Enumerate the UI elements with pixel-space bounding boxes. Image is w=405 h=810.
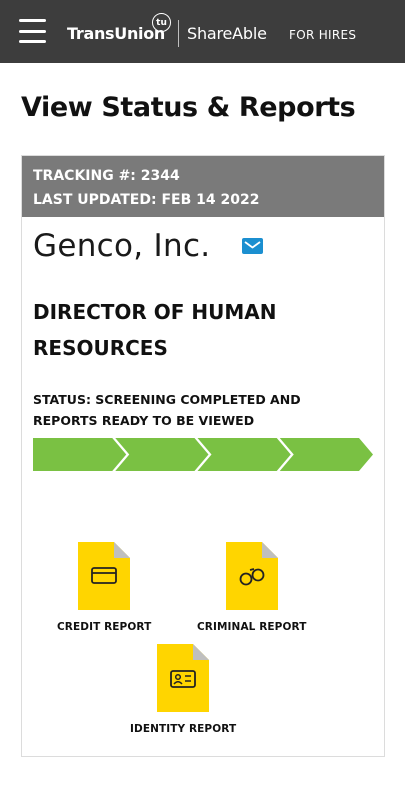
status-card: TRACKING #: 2344 LAST UPDATED: FEB 14 20… xyxy=(21,155,385,757)
handcuffs-icon xyxy=(225,542,278,610)
envelope-icon[interactable] xyxy=(242,238,263,254)
product-name: ShareAble xyxy=(187,24,267,43)
progress-step xyxy=(33,438,127,471)
credit-report-button[interactable]: CREDIT REPORT xyxy=(57,542,151,633)
criminal-report-label: CRIMINAL REPORT xyxy=(197,621,307,633)
card-header: TRACKING #: 2344 LAST UPDATED: FEB 14 20… xyxy=(22,156,384,217)
credit-card-icon xyxy=(78,542,131,610)
progress-bar xyxy=(33,438,373,471)
identity-report-label: IDENTITY REPORT xyxy=(130,723,237,735)
last-updated: LAST UPDATED: FEB 14 2022 xyxy=(33,192,260,208)
brand-logo-icon: tu xyxy=(152,13,171,32)
progress-step xyxy=(115,438,209,471)
tracking-number: TRACKING #: 2344 xyxy=(33,168,180,184)
progress-step xyxy=(279,438,373,471)
top-bar: TransUnion tu ShareAble FOR HIRES xyxy=(0,0,405,63)
identity-report-button[interactable]: IDENTITY REPORT xyxy=(130,644,236,735)
criminal-report-button[interactable]: CRIMINAL REPORT xyxy=(197,542,306,633)
status-text: STATUS: SCREENING COMPLETED AND REPORTS … xyxy=(33,392,301,428)
id-card-icon xyxy=(157,644,210,712)
job-title: DIRECTOR OF HUMAN RESOURCES xyxy=(33,300,277,360)
page-title: View Status & Reports xyxy=(21,92,356,123)
company-name: Genco, Inc. xyxy=(33,228,211,264)
brand-divider xyxy=(178,20,179,47)
credit-report-label: CREDIT REPORT xyxy=(57,621,152,633)
hamburger-menu-icon[interactable] xyxy=(19,19,46,43)
brand-name[interactable]: TransUnion xyxy=(67,24,165,43)
audience-label: FOR HIRES xyxy=(289,28,357,42)
progress-step xyxy=(197,438,291,471)
